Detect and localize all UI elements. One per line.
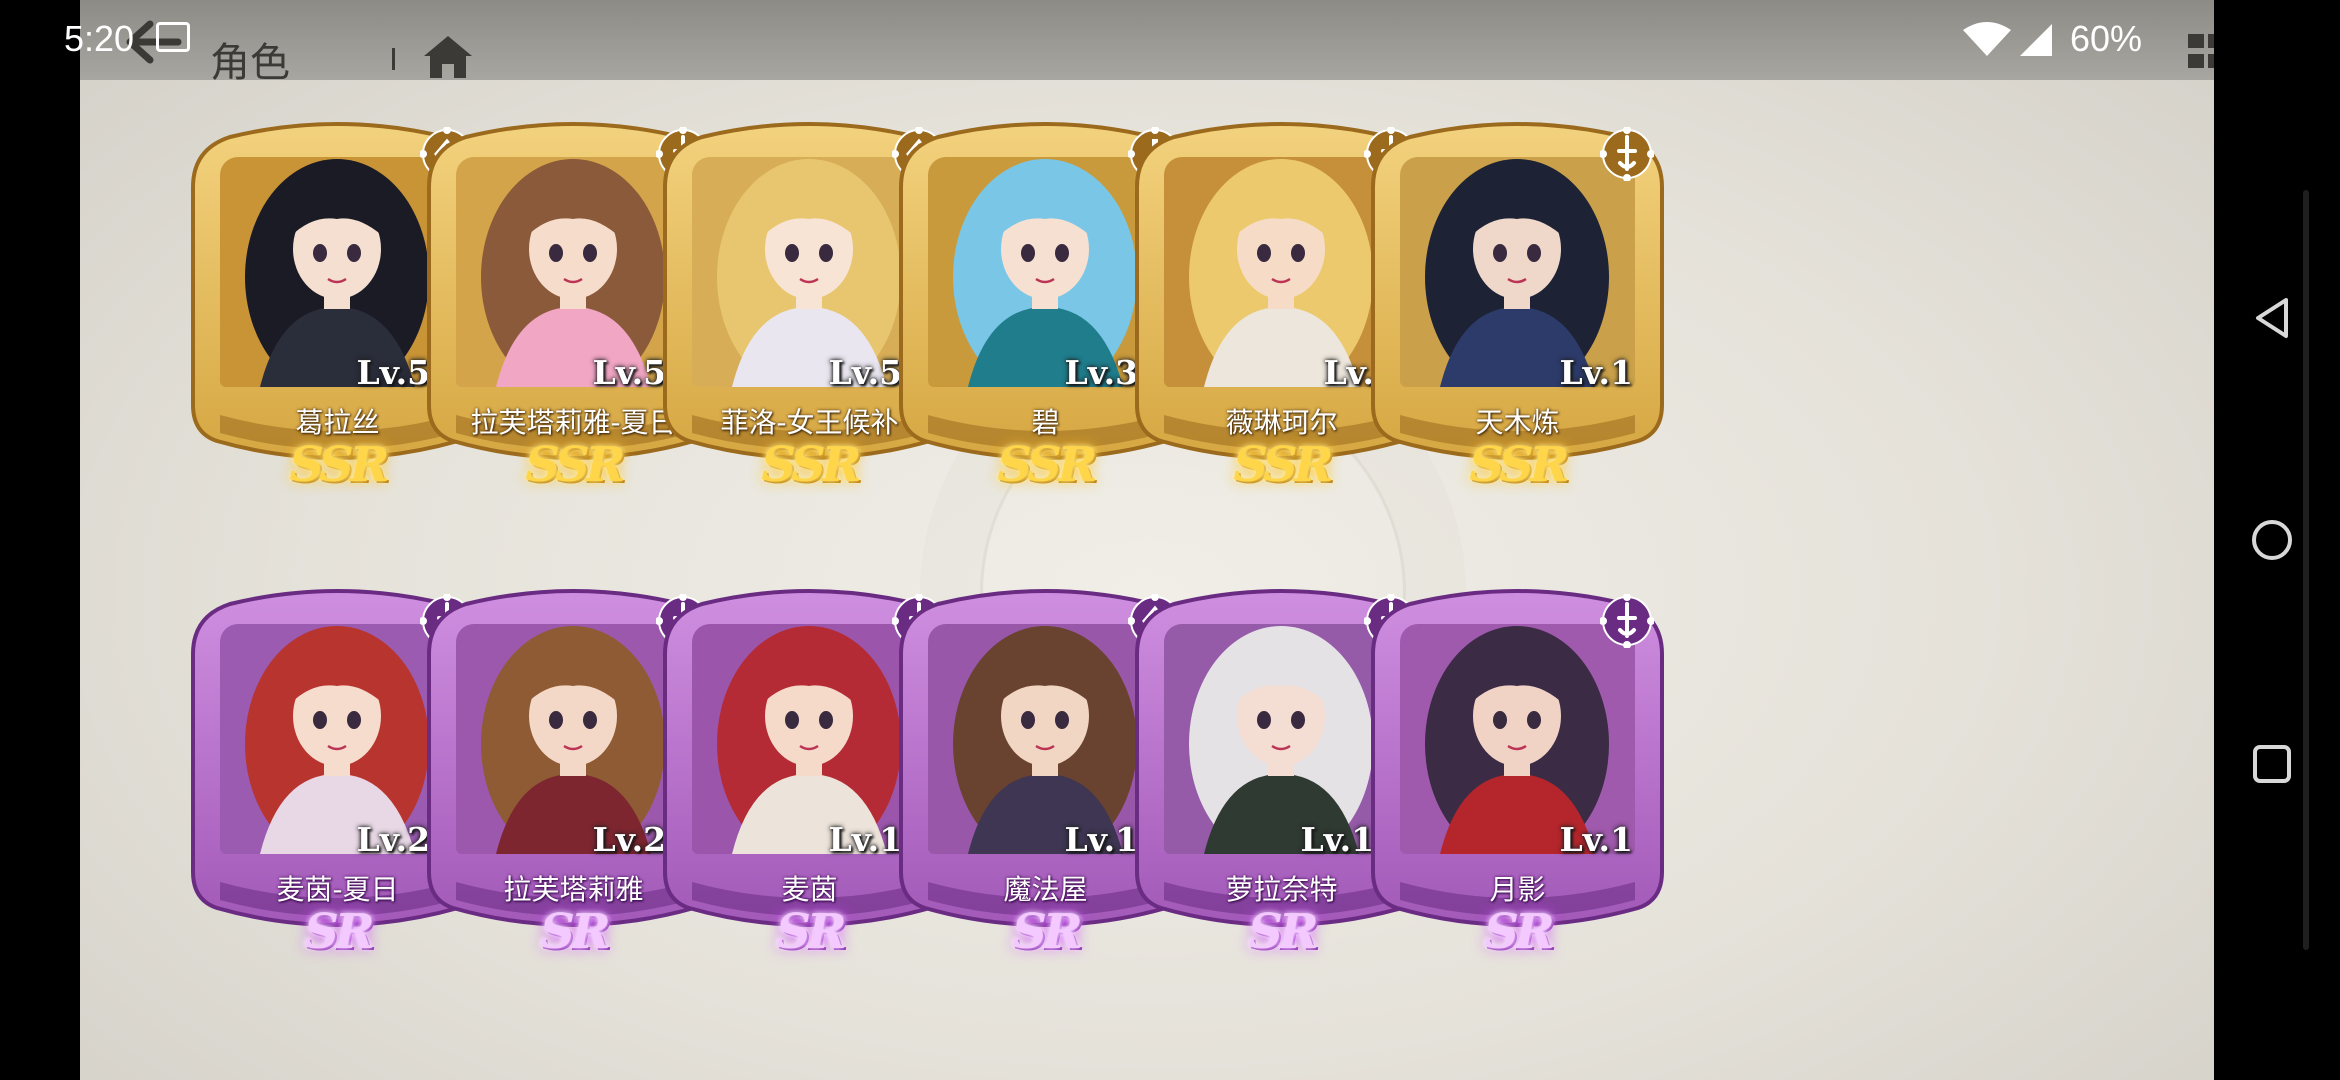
page-title: 角色 <box>210 40 290 86</box>
rarity-badge: SR <box>1484 904 1555 960</box>
scrollbar[interactable] <box>2303 190 2309 950</box>
character-name: 月影 <box>1489 873 1546 906</box>
recents-nav-icon[interactable] <box>2250 742 2294 786</box>
sword-class-icon <box>1600 594 1654 648</box>
divider <box>392 48 395 70</box>
level-label: Lv.1 <box>1559 353 1633 392</box>
back-nav-icon[interactable] <box>2250 296 2294 340</box>
character-card[interactable]: Lv.1 天木炼 SSR <box>1370 115 1665 505</box>
character-card[interactable]: Lv.1 月影 SR <box>1370 582 1665 972</box>
character-name: 天木炼 <box>1475 406 1560 439</box>
level-label: Lv.1 <box>1559 820 1633 859</box>
home-nav-icon[interactable] <box>2250 518 2294 562</box>
rarity-badge: SSR <box>1469 437 1569 493</box>
top-bar: 角色 <box>80 0 2214 86</box>
navigation-bar <box>2214 0 2340 1080</box>
back-arrow-icon[interactable] <box>122 20 182 64</box>
game-screen: 角色 Lv.55 葛拉丝 SSR Lv.50 拉芙塔莉雅-夏日 SSR Lv.50 菲洛-女王… <box>80 0 2214 1080</box>
sword-class-icon <box>1600 127 1654 181</box>
home-icon[interactable] <box>422 34 474 80</box>
